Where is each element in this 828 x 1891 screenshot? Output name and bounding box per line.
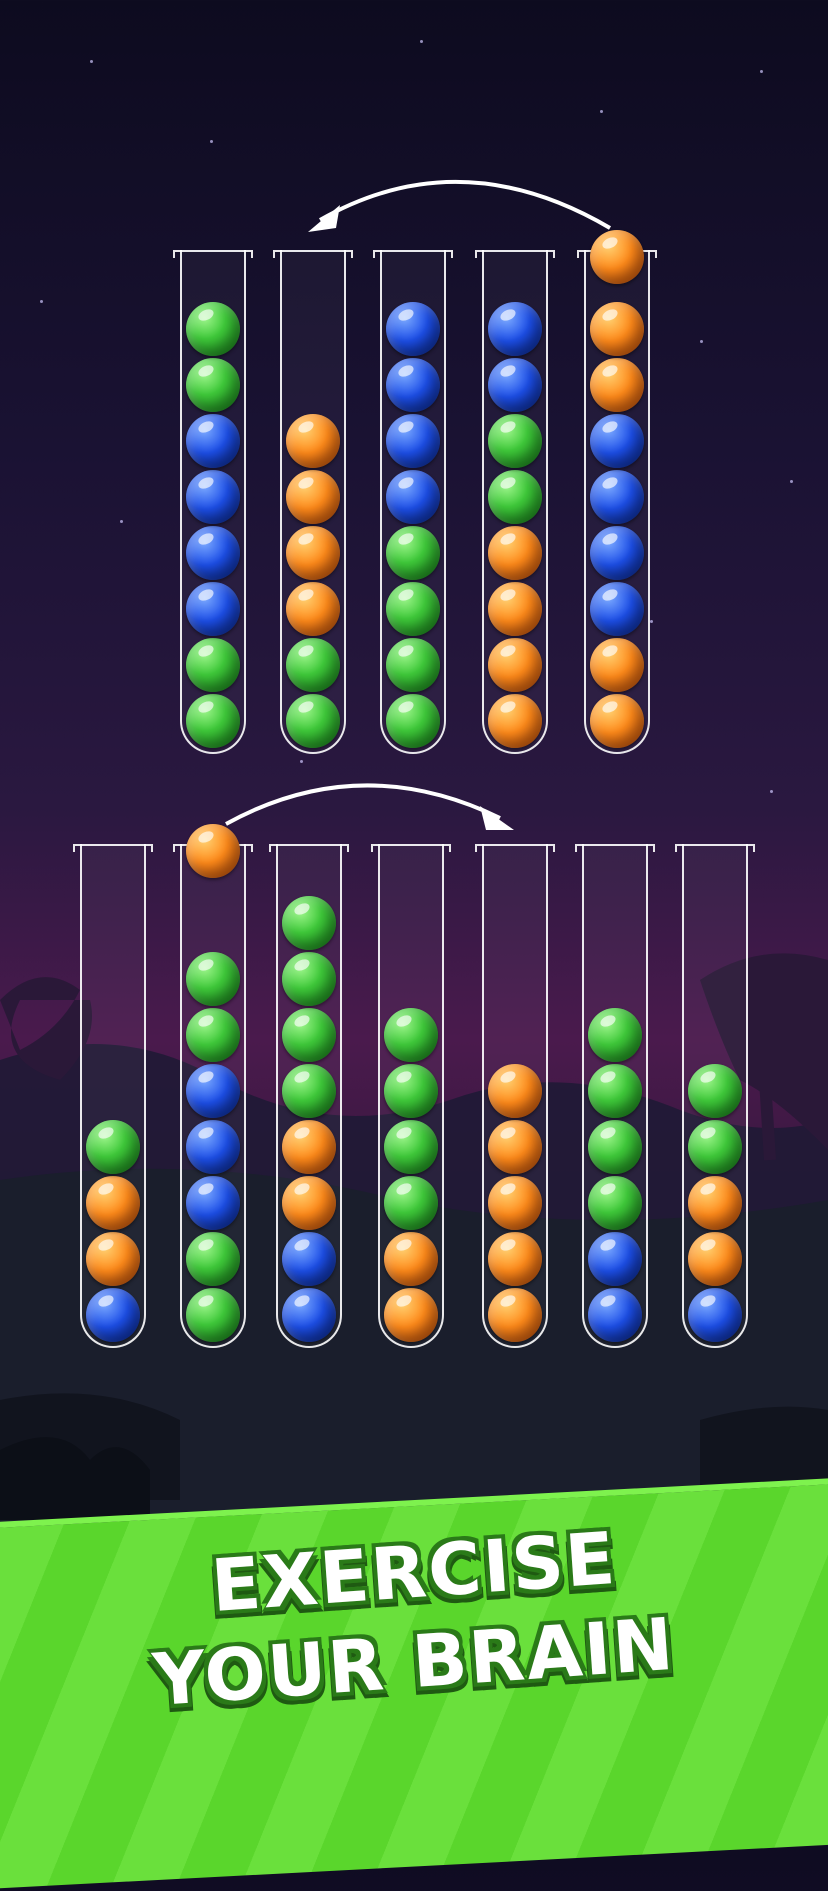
green-ball xyxy=(386,638,440,692)
green-ball xyxy=(282,896,336,950)
blue-ball xyxy=(590,582,644,636)
green-ball xyxy=(186,694,240,748)
green-ball xyxy=(186,638,240,692)
orange-ball xyxy=(590,358,644,412)
blue-ball xyxy=(282,1232,336,1286)
blue-ball xyxy=(386,302,440,356)
green-ball xyxy=(688,1064,742,1118)
blue-ball xyxy=(386,358,440,412)
blue-ball xyxy=(488,302,542,356)
orange-ball xyxy=(488,1288,542,1342)
green-ball xyxy=(384,1064,438,1118)
arrow-head-left-icon xyxy=(308,205,340,232)
orange-ball xyxy=(488,1120,542,1174)
green-ball xyxy=(86,1120,140,1174)
green-ball xyxy=(282,952,336,1006)
green-ball xyxy=(186,1008,240,1062)
green-ball xyxy=(384,1120,438,1174)
blue-ball xyxy=(186,414,240,468)
green-ball xyxy=(186,358,240,412)
lifted-orange-ball[interactable] xyxy=(186,824,240,878)
orange-ball xyxy=(688,1232,742,1286)
green-ball xyxy=(282,1008,336,1062)
blue-ball xyxy=(186,1176,240,1230)
orange-ball xyxy=(488,526,542,580)
orange-ball xyxy=(286,582,340,636)
green-ball xyxy=(286,638,340,692)
orange-ball xyxy=(282,1176,336,1230)
orange-ball xyxy=(488,1176,542,1230)
blue-ball xyxy=(186,1064,240,1118)
orange-ball xyxy=(590,694,644,748)
orange-ball xyxy=(286,526,340,580)
lifted-orange-ball[interactable] xyxy=(590,230,644,284)
blue-ball xyxy=(386,470,440,524)
green-ball xyxy=(282,1064,336,1118)
orange-ball xyxy=(488,1232,542,1286)
orange-ball xyxy=(384,1288,438,1342)
green-ball xyxy=(186,1288,240,1342)
green-ball xyxy=(186,1232,240,1286)
blue-ball xyxy=(186,1120,240,1174)
green-ball xyxy=(186,302,240,356)
orange-ball xyxy=(488,694,542,748)
orange-ball xyxy=(384,1232,438,1286)
orange-ball xyxy=(590,302,644,356)
orange-ball xyxy=(688,1176,742,1230)
orange-ball xyxy=(86,1176,140,1230)
blue-ball xyxy=(688,1288,742,1342)
blue-ball xyxy=(186,526,240,580)
orange-ball xyxy=(282,1120,336,1174)
blue-ball xyxy=(86,1288,140,1342)
orange-ball xyxy=(86,1232,140,1286)
orange-ball xyxy=(286,470,340,524)
orange-ball xyxy=(286,414,340,468)
blue-ball xyxy=(186,470,240,524)
green-ball xyxy=(384,1008,438,1062)
blue-ball xyxy=(590,414,644,468)
blue-ball xyxy=(488,358,542,412)
green-ball xyxy=(386,694,440,748)
blue-ball xyxy=(588,1232,642,1286)
game-scene: EXERCISE YOUR BRAIN xyxy=(0,0,828,1891)
green-ball xyxy=(286,694,340,748)
green-ball xyxy=(186,952,240,1006)
move-arrow-left xyxy=(319,180,612,230)
blue-ball xyxy=(386,414,440,468)
blue-ball xyxy=(186,582,240,636)
move-arrow-right xyxy=(225,783,501,826)
blue-ball xyxy=(588,1288,642,1342)
green-ball xyxy=(588,1176,642,1230)
green-ball xyxy=(386,526,440,580)
green-ball xyxy=(588,1008,642,1062)
orange-ball xyxy=(590,638,644,692)
green-ball xyxy=(588,1120,642,1174)
green-ball xyxy=(688,1120,742,1174)
green-ball xyxy=(386,582,440,636)
green-ball xyxy=(588,1064,642,1118)
orange-ball xyxy=(488,582,542,636)
green-ball xyxy=(384,1176,438,1230)
green-ball xyxy=(488,470,542,524)
green-ball xyxy=(488,414,542,468)
blue-ball xyxy=(282,1288,336,1342)
blue-ball xyxy=(590,470,644,524)
blue-ball xyxy=(590,526,644,580)
orange-ball xyxy=(488,638,542,692)
orange-ball xyxy=(488,1064,542,1118)
